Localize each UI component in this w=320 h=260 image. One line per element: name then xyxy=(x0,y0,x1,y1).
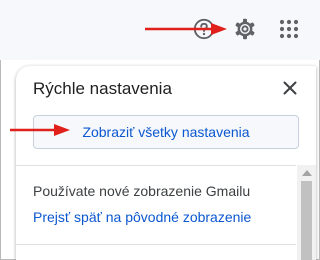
annotation-arrow-to-settings xyxy=(145,23,227,35)
revert-to-original-view-link[interactable]: Prejsť späť na pôvodné zobrazenie xyxy=(33,209,251,225)
divider xyxy=(16,165,296,166)
scroll-up-arrow-icon[interactable] xyxy=(302,170,312,176)
quick-settings-title: Rýchle nastavenia xyxy=(33,79,172,98)
divider xyxy=(16,244,296,245)
close-button[interactable] xyxy=(278,76,302,100)
new-view-info-text: Používate nové zobrazenie Gmailu xyxy=(33,183,251,199)
settings-button[interactable] xyxy=(231,15,259,43)
panel-scrollbar[interactable] xyxy=(297,165,316,260)
close-icon xyxy=(283,81,297,95)
apps-grid-icon xyxy=(279,19,299,39)
scrollbar-thumb[interactable] xyxy=(301,181,312,260)
apps-button[interactable] xyxy=(275,15,303,43)
show-all-settings-button[interactable]: Zobraziť všetky nastavenia xyxy=(33,115,299,149)
annotation-arrow-to-show-all xyxy=(10,124,70,136)
gear-icon xyxy=(235,18,255,40)
quick-settings-panel: Rýchle nastavenia Zobraziť všetky nastav… xyxy=(16,66,316,260)
